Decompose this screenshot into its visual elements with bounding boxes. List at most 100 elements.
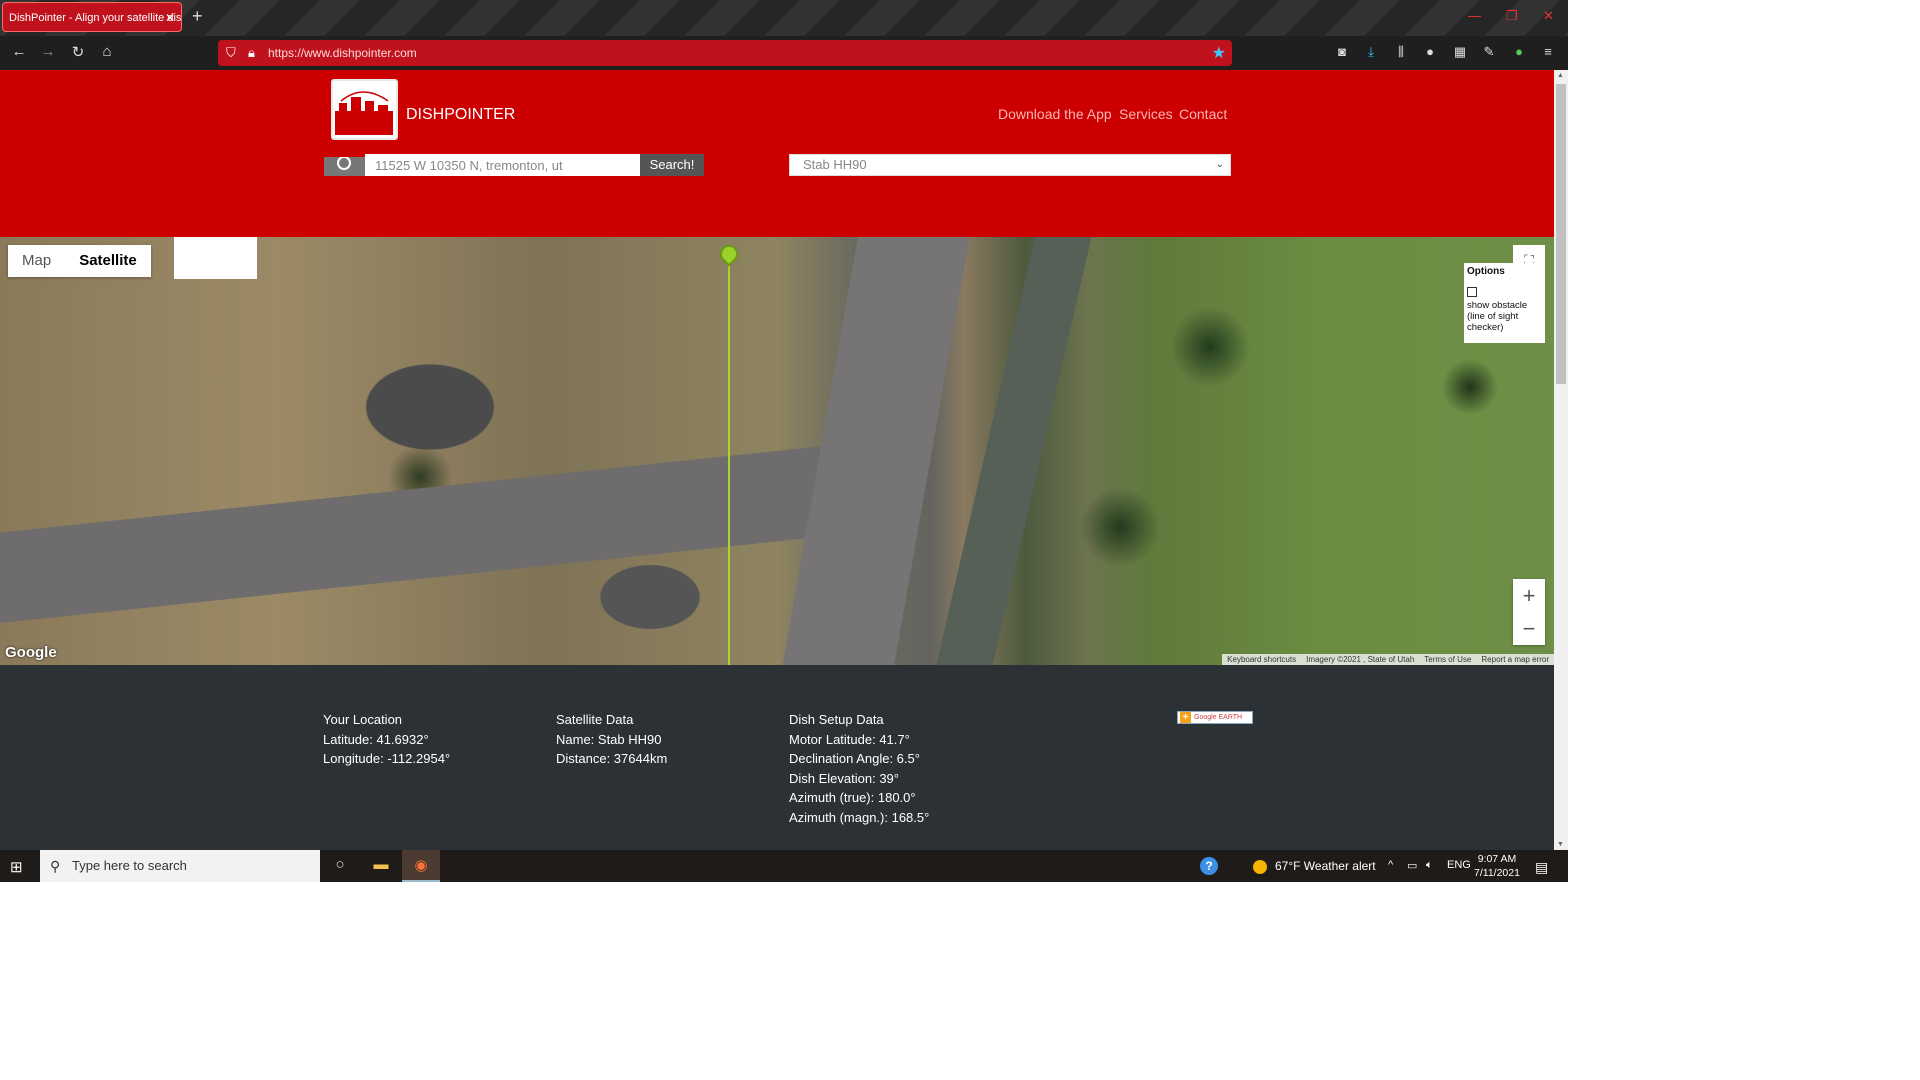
file-explorer-icon[interactable]: ▬: [371, 856, 391, 873]
satellite-title: Satellite Data: [556, 712, 634, 727]
brand-name[interactable]: DISHPOINTER: [406, 106, 515, 124]
notifications-icon[interactable]: ▤: [1535, 859, 1548, 876]
pocket-icon[interactable]: ◙: [1333, 44, 1351, 59]
close-window-icon[interactable]: ✕: [1543, 8, 1554, 24]
satellite-select[interactable]: Stab HH90 ⌄: [789, 154, 1231, 176]
nav-services[interactable]: Services: [1119, 106, 1173, 122]
azimuth-magnetic: Azimuth (magn.): 168.5°: [789, 809, 930, 825]
latitude-value: Latitude: 41.6932°: [323, 731, 429, 747]
map-type-satellite-button[interactable]: Satellite: [65, 245, 151, 277]
location-pin-icon[interactable]: [716, 241, 742, 267]
restore-icon[interactable]: ❐: [1506, 8, 1518, 24]
extension-pen-icon[interactable]: ✎: [1480, 44, 1498, 60]
show-hidden-icons-chevron-icon[interactable]: ^: [1388, 859, 1393, 871]
map-attribution: Keyboard shortcuts Imagery ©2021 , State…: [1222, 654, 1554, 665]
satellite-select-value: Stab HH90: [803, 157, 867, 172]
taskbar-search-placeholder: Type here to search: [72, 858, 187, 873]
terms-of-use-link[interactable]: Terms of Use: [1419, 654, 1476, 665]
cortana-icon[interactable]: ○: [330, 856, 350, 873]
map-road: [0, 443, 860, 627]
satellite-map[interactable]: Map Satellite ⛶ Options show obstacle (l…: [0, 237, 1554, 665]
map-overlay-box: [174, 237, 257, 279]
address-bar[interactable]: ⛉ 🔒︎ https://www.dishpointer.com ★: [218, 40, 1232, 66]
nav-download-app[interactable]: Download the App: [998, 106, 1112, 122]
tab-close-icon[interactable]: ✕: [165, 3, 175, 31]
url-text[interactable]: https://www.dishpointer.com: [268, 46, 417, 60]
zoom-in-button[interactable]: +: [1513, 579, 1545, 612]
page-scrollbar[interactable]: ▲ ▼: [1554, 70, 1568, 850]
chevron-down-icon: ⌄: [1215, 159, 1224, 170]
windows-start-icon[interactable]: ⊞: [10, 858, 23, 876]
imagery-credit: Imagery ©2021 , State of Utah: [1306, 655, 1415, 664]
scroll-thumb[interactable]: [1556, 84, 1566, 384]
longitude-value: Longitude: -112.2954°: [323, 751, 451, 766]
home-icon[interactable]: ⌂: [97, 43, 117, 60]
search-button[interactable]: Search!: [640, 154, 704, 176]
shield-icon[interactable]: ⛉: [226, 45, 236, 61]
keyboard-shortcuts-link[interactable]: Keyboard shortcuts: [1222, 654, 1301, 665]
taskbar-clock[interactable]: 9:07 AM 7/11/2021: [1474, 852, 1520, 880]
weather-text: 67°F Weather alert: [1275, 859, 1376, 873]
new-tab-button[interactable]: +: [192, 6, 203, 27]
site-header: DISHPOINTER Download the App Services Co…: [0, 70, 1554, 237]
bookmark-star-icon[interactable]: ★: [1212, 43, 1226, 63]
satellite-distance: Distance: 37644km: [556, 751, 668, 766]
library-icon[interactable]: ⫼: [1392, 44, 1410, 60]
sun-icon: [1253, 859, 1267, 874]
address-search-input[interactable]: [365, 154, 640, 176]
results-panel: Your Location Latitude: 41.6932° Longitu…: [0, 665, 1554, 850]
satellite-data: Satellite Data Name: Stab HH90 Distance:…: [556, 710, 667, 769]
dish-setup-data: Dish Setup Data Motor Latitude: 41.7° De…: [789, 710, 929, 827]
search-icon: ⚲: [50, 858, 61, 874]
browser-tab-strip: DishPointer - Align your satellite dis ✕…: [0, 0, 1568, 36]
satellite-name: Name: Stab HH90: [556, 731, 662, 747]
extension-l-icon[interactable]: ●: [1421, 44, 1439, 59]
map-type-map-button[interactable]: Map: [8, 245, 65, 277]
scroll-down-icon[interactable]: ▼: [1557, 841, 1564, 848]
download-icon[interactable]: ⤓: [1362, 44, 1380, 60]
clock-date: 7/11/2021: [1474, 867, 1520, 879]
minimize-icon[interactable]: —: [1468, 8, 1481, 23]
extension-b-icon[interactable]: ●: [1510, 44, 1528, 59]
weather-widget[interactable]: 67°F Weather alert: [1253, 859, 1376, 874]
firefox-taskbar-button[interactable]: ◉: [402, 850, 440, 882]
azimuth-true: Azimuth (true): 180.0°: [789, 790, 916, 805]
tab-title: DishPointer - Align your satellite dis: [9, 12, 182, 24]
extension-grid-icon[interactable]: ▦: [1451, 44, 1469, 60]
nav-contact[interactable]: Contact: [1179, 106, 1227, 122]
taskbar-search-box[interactable]: ⚲ Type here to search: [40, 850, 320, 882]
lock-icon[interactable]: 🔒︎: [248, 45, 255, 61]
zoom-control: + −: [1513, 579, 1545, 645]
volume-icon[interactable]: 🔈︎: [1426, 859, 1433, 872]
help-icon[interactable]: ?: [1200, 857, 1218, 875]
show-obstacle-checkbox[interactable]: [1467, 287, 1477, 297]
scroll-up-icon[interactable]: ▲: [1557, 72, 1564, 79]
network-icon[interactable]: ▭: [1407, 859, 1417, 872]
google-logo: Google: [5, 644, 57, 661]
zoom-out-button[interactable]: −: [1513, 612, 1545, 645]
back-icon[interactable]: ←: [9, 43, 29, 60]
location-data: Your Location Latitude: 41.6932° Longitu…: [323, 710, 450, 769]
location-title: Your Location: [323, 712, 403, 727]
clock-time: 9:07 AM: [1477, 853, 1517, 865]
language-indicator[interactable]: ENG: [1447, 859, 1471, 871]
locate-button[interactable]: [324, 156, 365, 176]
windows-taskbar: ⊞ ⚲ Type here to search ○ ▬ ◉ ? 67°F Wea…: [0, 850, 1568, 882]
map-type-control: Map Satellite: [8, 245, 151, 277]
reload-icon[interactable]: ↻: [68, 43, 88, 61]
dishpointer-logo[interactable]: [331, 79, 398, 140]
dish-title: Dish Setup Data: [789, 712, 884, 727]
browser-toolbar: ← → ↻ ⌂ ⛉ 🔒︎ https://www.dishpointer.com…: [0, 36, 1568, 70]
declination-angle: Declination Angle: 6.5°: [789, 751, 920, 766]
google-earth-button[interactable]: Google EARTH: [1177, 711, 1253, 724]
menu-icon[interactable]: ≡: [1539, 44, 1557, 59]
show-obstacle-label: show obstacle (line of sight checker): [1467, 300, 1528, 333]
options-title: Options: [1467, 266, 1505, 277]
crosshair-icon: [337, 156, 351, 170]
motor-latitude: Motor Latitude: 41.7°: [789, 731, 910, 747]
browser-tab[interactable]: DishPointer - Align your satellite dis ✕: [2, 2, 182, 32]
satellite-direction-line: [728, 257, 730, 665]
forward-icon[interactable]: →: [38, 43, 58, 60]
report-map-error-link[interactable]: Report a map error: [1476, 654, 1554, 665]
dish-elevation: Dish Elevation: 39°: [789, 770, 899, 786]
